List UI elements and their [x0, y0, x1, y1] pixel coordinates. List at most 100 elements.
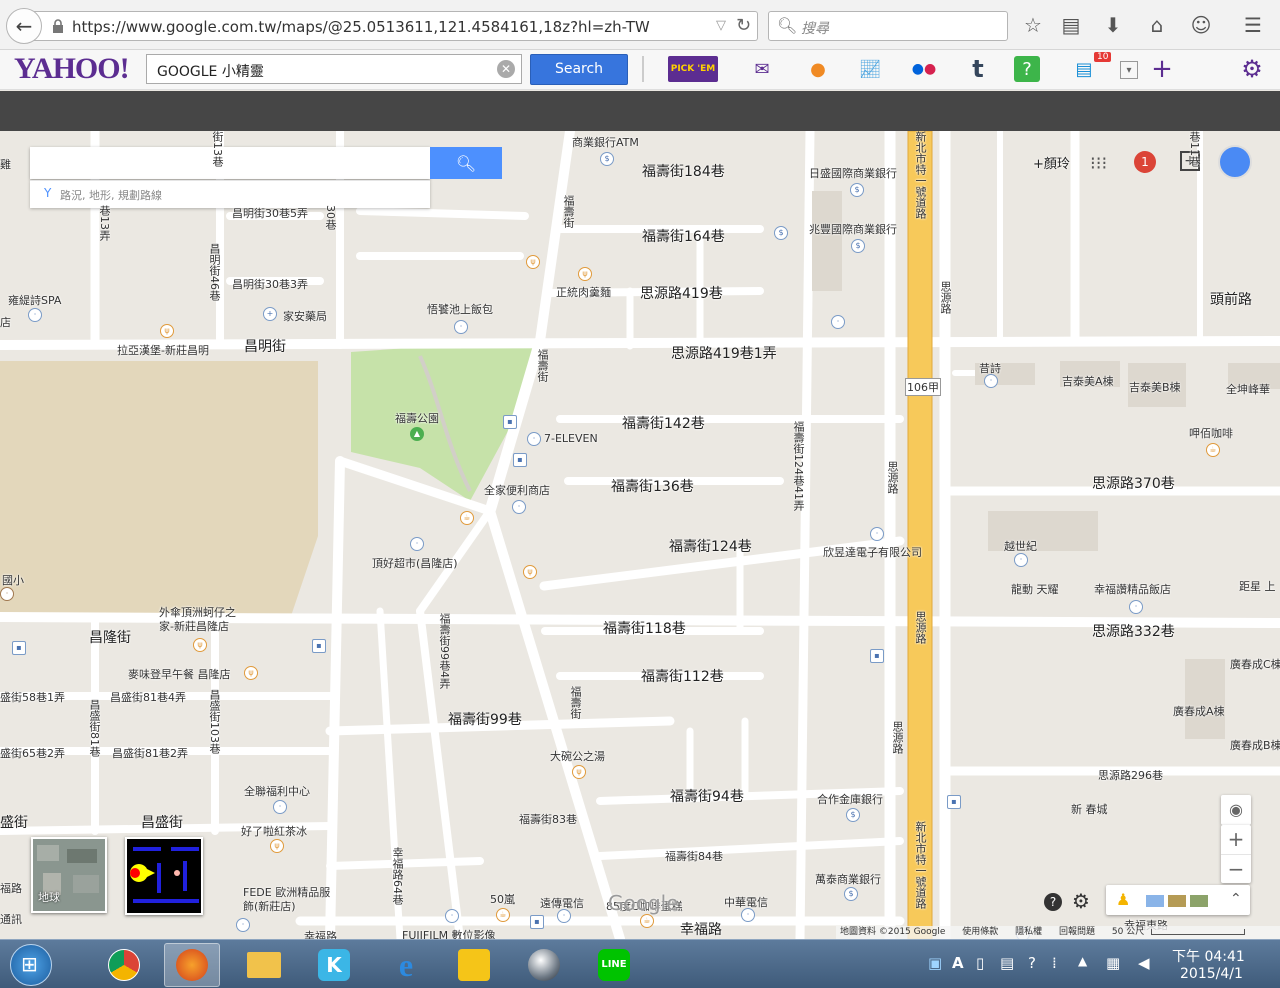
restaurant-icon[interactable]: ψ — [270, 839, 284, 853]
map-label[interactable]: 全聯福利中心 — [244, 783, 310, 799]
supermarket-icon[interactable]: · — [410, 537, 424, 551]
line-taskbar-button[interactable]: LINE — [586, 943, 642, 987]
url-dropdown-icon[interactable]: ▽ — [716, 18, 726, 33]
supermarket-icon[interactable]: · — [273, 800, 287, 814]
start-button[interactable]: ⊞ — [10, 944, 52, 986]
map-label[interactable]: 萬泰商業銀行 — [815, 871, 881, 887]
map-label[interactable]: 悟饕池上飯包 — [427, 301, 493, 317]
map-label[interactable]: FUJIFILM 數位影像 — [402, 927, 496, 939]
map-label[interactable]: 廣春成C棟 — [1230, 656, 1280, 672]
answers-icon[interactable]: ? — [1014, 56, 1040, 82]
tray-app-icon[interactable]: ▣ — [928, 954, 942, 972]
finance-chart-icon[interactable]: 📈︎ — [856, 56, 884, 82]
bus-stop-icon[interactable]: ▪ — [870, 649, 884, 663]
shop-icon[interactable]: · — [557, 909, 571, 923]
bank-icon[interactable]: $ — [844, 887, 858, 901]
map-label[interactable]: 麥味登早午餐 昌隆店 — [128, 666, 231, 682]
settings-gear-icon[interactable]: ⚙ — [1072, 889, 1090, 913]
restaurant-icon[interactable]: ψ — [160, 324, 174, 338]
map-label[interactable]: 家安藥局 — [283, 308, 327, 324]
chat-icon[interactable]: ☺ — [1186, 10, 1216, 40]
bus-stop-icon[interactable]: ▪ — [12, 641, 26, 655]
tray-expand-icon[interactable]: ▲ — [1078, 954, 1087, 968]
place-icon[interactable]: · — [831, 315, 845, 329]
chevron-down-icon[interactable]: ▾ — [1120, 61, 1138, 79]
pickem-button[interactable]: PICK 'EM — [668, 56, 718, 82]
ie-taskbar-button[interactable]: e — [378, 943, 434, 987]
tumblr-icon[interactable]: t — [964, 55, 992, 83]
map-label[interactable]: 7-ELEVEN — [544, 432, 598, 445]
map-label[interactable]: 新 春城 — [1071, 801, 1108, 817]
bookmarks-list-icon[interactable]: ▤ — [1056, 10, 1086, 40]
firefox-taskbar-button[interactable] — [164, 943, 220, 987]
kmplayer-taskbar-button[interactable]: K — [306, 943, 362, 987]
map-label[interactable]: 吉泰美A棟 — [1062, 373, 1114, 389]
ime-icon[interactable]: A — [952, 954, 964, 972]
restaurant-icon[interactable]: ψ — [526, 255, 540, 269]
restaurant-icon[interactable]: · — [454, 320, 468, 334]
mail-icon[interactable]: ✉ — [748, 56, 776, 82]
app-taskbar-button[interactable] — [516, 943, 572, 987]
map-label[interactable]: 店 — [0, 314, 11, 330]
clock-date[interactable]: 2015/4/1 — [1180, 966, 1243, 982]
tray-keyboard-icon[interactable]: ▤ — [1000, 954, 1014, 972]
yahoo-search-button[interactable]: Search — [530, 54, 628, 85]
place-icon[interactable]: · — [984, 374, 998, 388]
map-label[interactable]: 龍動 天耀 — [1011, 581, 1059, 597]
map-label[interactable]: 廣春成A棟 — [1173, 703, 1225, 719]
map-label[interactable]: 好了啦紅茶冰 — [241, 823, 307, 839]
apps-grid-icon[interactable]: ⁝⁝⁝ — [1090, 153, 1107, 174]
my-location-button[interactable]: ◉ — [1221, 795, 1251, 825]
map-label[interactable]: 福壽公園 — [395, 410, 439, 426]
bank-icon[interactable]: $ — [774, 226, 788, 240]
cafe-icon[interactable]: ☕︎ — [1206, 443, 1220, 457]
restaurant-icon[interactable]: ψ — [193, 638, 207, 652]
chevron-up-icon[interactable]: ⌃ — [1230, 891, 1242, 907]
map-label[interactable]: 大碗公之湯 — [550, 748, 605, 764]
settings-gear-icon[interactable]: ⚙ — [1238, 55, 1266, 83]
map-label[interactable]: 幸福讚精品飯店 — [1094, 581, 1171, 597]
photo-thumbnail-icon[interactable] — [1146, 895, 1164, 907]
place-icon[interactable]: · — [1014, 553, 1028, 567]
park-icon[interactable]: ▲ — [410, 427, 424, 441]
clear-icon[interactable]: ✕ — [497, 60, 515, 78]
home-icon[interactable]: ⌂ — [1142, 10, 1172, 40]
avatar[interactable] — [1218, 145, 1252, 179]
network-icon[interactable]: ▦ — [1106, 954, 1120, 972]
earth-view-toggle[interactable]: 地球 — [31, 837, 107, 913]
map-label[interactable]: 外傘頂洲蚵仔之家-新莊昌隆店 — [159, 606, 249, 634]
map-label[interactable]: 廣春成B棟 — [1230, 737, 1280, 753]
map-label[interactable]: 呷佰咖啡 — [1189, 425, 1233, 441]
report-link[interactable]: 回報問題 — [1059, 927, 1095, 937]
tray-window-icon[interactable]: ▯ — [976, 954, 984, 972]
map-label[interactable]: 商業銀行ATM — [572, 134, 639, 150]
map-label[interactable]: 雍緹詩SPA — [8, 292, 61, 308]
atm-icon[interactable]: $ — [600, 152, 614, 166]
reload-icon[interactable]: ↻ — [736, 15, 751, 36]
hotel-icon[interactable]: · — [1129, 600, 1143, 614]
map-label[interactable]: FEDE 歐洲精品服飾(新莊店) — [243, 886, 333, 914]
restaurant-icon[interactable]: ψ — [244, 666, 258, 680]
map-label[interactable]: 雞 — [0, 156, 11, 172]
shop-icon[interactable]: · — [870, 527, 884, 541]
basketball-icon[interactable]: ● — [804, 56, 832, 82]
cafe-icon[interactable]: ☕︎ — [460, 511, 474, 525]
zoom-in-button[interactable]: + — [1221, 825, 1251, 853]
pharmacy-icon[interactable]: + — [263, 307, 277, 321]
download-icon[interactable]: ⬇ — [1098, 10, 1128, 40]
bus-stop-icon[interactable]: ▪ — [530, 915, 544, 929]
app-taskbar-button[interactable] — [446, 943, 502, 987]
map-label[interactable]: 正統肉羹麵 — [556, 284, 611, 300]
map-label[interactable]: 頂好超市(昌隆店) — [372, 555, 458, 571]
photo-thumbnail-icon[interactable] — [1168, 895, 1186, 907]
spa-icon[interactable]: · — [28, 308, 42, 322]
shop-icon[interactable]: · — [741, 908, 755, 922]
convenience-store-icon[interactable]: · — [527, 432, 541, 446]
bus-stop-icon[interactable]: ▪ — [947, 795, 961, 809]
map-label[interactable]: 合作金庫銀行 — [817, 791, 883, 807]
school-icon[interactable]: · — [0, 587, 14, 601]
browser-search-input[interactable]: 🔍︎ 搜尋 — [768, 11, 1008, 41]
pegman-icon[interactable]: ♟ — [1116, 890, 1130, 909]
url-bar[interactable]: https://www.google.com.tw/maps/@25.05136… — [30, 11, 758, 41]
map-label[interactable]: 吉泰美B棟 — [1129, 379, 1181, 395]
